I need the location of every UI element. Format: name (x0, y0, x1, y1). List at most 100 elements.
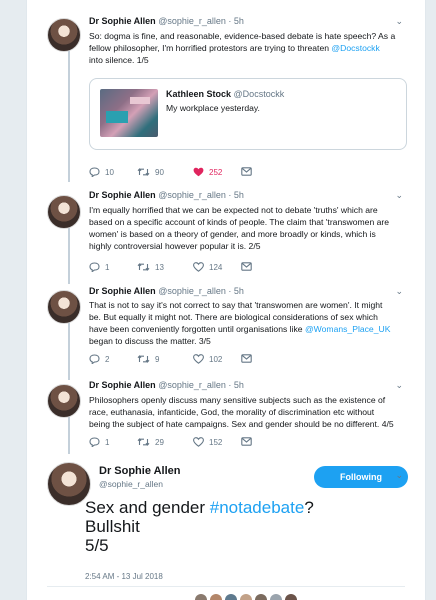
like-button[interactable]: 102 (193, 354, 222, 364)
message-icon (241, 167, 252, 176)
quoted-tweet[interactable]: Kathleen Stock @Docstockk My workplace y… (89, 78, 407, 150)
retweet-button[interactable]: 90 (137, 167, 164, 177)
author-handle[interactable]: @sophie_r_allen (158, 380, 226, 390)
like-button[interactable]: 124 (193, 262, 222, 272)
chevron-down-icon[interactable]: ⌄ (395, 190, 403, 201)
tweet-text: I'm equally horrified that we can be exp… (89, 204, 407, 252)
separator-dot: · (228, 286, 232, 296)
separator-dot: · (228, 380, 232, 390)
chevron-down-icon[interactable]: ⌄ (395, 470, 403, 481)
thread-line (68, 222, 70, 284)
author-handle[interactable]: @sophie_r_allen (158, 190, 226, 200)
reply-icon (89, 437, 100, 447)
reply-icon (89, 354, 100, 364)
author-name[interactable]: Dr Sophie Allen (99, 465, 181, 477)
tweet-text-line: Bullshit (85, 517, 140, 536)
tweet-text-line: Sex and gender #notadebate? (85, 498, 314, 517)
avatar[interactable] (270, 594, 282, 600)
liker-avatars[interactable] (195, 594, 297, 600)
reply-button[interactable]: 1 (89, 437, 109, 447)
like-icon (193, 167, 204, 177)
avatar[interactable] (255, 594, 267, 600)
tweet-time[interactable]: 5h (234, 190, 244, 200)
mention-link[interactable]: @Womans_Place_UK (305, 324, 390, 334)
direct-message-button[interactable] (241, 262, 252, 271)
author-name[interactable]: Dr Sophie Allen (89, 190, 156, 200)
image-detail (130, 97, 150, 104)
like-icon (193, 354, 204, 364)
tweet-header: Dr Sophie Allen @sophie_r_allen · 5h (89, 16, 244, 26)
like-icon (193, 262, 204, 272)
tweet-timestamp[interactable]: 2:54 AM - 13 Jul 2018 (85, 572, 163, 581)
retweet-button[interactable]: 29 (137, 437, 164, 447)
tweet-text-segment: fellow philosopher, I'm horrified protes… (89, 43, 332, 53)
tweet-text-line: being the subject of hate campaigns. Sex… (89, 419, 394, 429)
author-handle[interactable]: @sophie_r_allen (158, 16, 226, 26)
tweet-actions: 1 13 124 (89, 262, 329, 276)
tweet-text-segment: have been conveniently forgotten until o… (89, 324, 305, 334)
tweet-text-line: That is not to say it's not correct to s… (89, 300, 383, 310)
avatar[interactable] (195, 594, 207, 600)
tweet-header: Dr Sophie Allen @sophie_r_allen · 5h (89, 380, 244, 390)
author-name[interactable]: Dr Sophie Allen (89, 286, 156, 296)
author-name[interactable]: Dr Sophie Allen (89, 16, 156, 26)
avatar[interactable] (47, 290, 81, 324)
tweet-time[interactable]: 5h (234, 286, 244, 296)
like-count: 152 (209, 437, 223, 447)
direct-message-button[interactable] (241, 167, 252, 176)
direct-message-button[interactable] (241, 354, 252, 363)
quoted-tweet-text: My workplace yesterday. (166, 103, 260, 113)
retweet-count: 29 (155, 437, 164, 447)
message-icon (241, 354, 252, 363)
message-icon (241, 437, 252, 446)
retweet-icon (137, 438, 150, 446)
reply-icon (89, 262, 100, 272)
retweet-button[interactable]: 9 (137, 354, 159, 364)
avatar[interactable] (210, 594, 222, 600)
tweet-text-line: 5/5 (85, 536, 109, 555)
tweet-actions: 10 90 252 (89, 167, 329, 181)
mention-link[interactable]: @Docstockk (331, 43, 379, 53)
chevron-down-icon[interactable]: ⌄ (395, 16, 403, 27)
direct-message-button[interactable] (241, 437, 252, 446)
chevron-down-icon[interactable]: ⌄ (395, 286, 403, 297)
tweet-text-line: be. But equally it might not. There are … (89, 312, 378, 322)
like-count: 124 (209, 262, 223, 272)
avatar[interactable] (285, 594, 297, 600)
author-handle[interactable]: @sophie_r_allen (99, 479, 163, 489)
tweet-time[interactable]: 5h (234, 16, 244, 26)
tweet-text: So: dogma is fine, and reasonable, evide… (89, 30, 407, 66)
retweet-button[interactable]: 13 (137, 262, 164, 272)
reply-button[interactable]: 1 (89, 262, 109, 272)
reply-count: 10 (105, 167, 114, 177)
quoted-author-name: Kathleen Stock (166, 89, 232, 99)
retweet-icon (137, 263, 150, 271)
avatar[interactable] (47, 384, 81, 418)
author-handle[interactable]: @sophie_r_allen (158, 286, 226, 296)
retweet-count: 13 (155, 262, 164, 272)
tweet-text-line: fellow philosopher, I'm horrified protes… (89, 42, 407, 54)
conversation-card: Dr Sophie Allen @sophie_r_allen · 5h ⌄ S… (26, 0, 426, 600)
retweet-icon (137, 168, 150, 176)
quoted-tweet-image[interactable] (100, 89, 158, 137)
tweet-actions: 1 29 152 (89, 437, 329, 451)
tweet-text-line: So: dogma is fine, and reasonable, evide… (89, 31, 396, 41)
hashtag-link[interactable]: #notadebate (210, 498, 305, 517)
chevron-down-icon[interactable]: ⌄ (395, 380, 403, 391)
avatar[interactable] (240, 594, 252, 600)
tweet-header: Dr Sophie Allen @sophie_r_allen · 5h (89, 286, 244, 296)
avatar[interactable] (225, 594, 237, 600)
like-button[interactable]: 252 (193, 167, 222, 177)
avatar[interactable] (47, 18, 81, 52)
following-button[interactable]: Following (314, 466, 408, 488)
tweet-text-line: women' is based on a theory of gender, a… (89, 229, 376, 239)
retweet-icon (137, 355, 150, 363)
tweet-time[interactable]: 5h (234, 380, 244, 390)
like-button[interactable]: 152 (193, 437, 222, 447)
thread-line (68, 42, 70, 182)
author-name[interactable]: Dr Sophie Allen (89, 380, 156, 390)
reply-button[interactable]: 10 (89, 167, 114, 177)
separator-dot: · (228, 16, 232, 26)
avatar[interactable] (47, 195, 81, 229)
reply-button[interactable]: 2 (89, 354, 109, 364)
